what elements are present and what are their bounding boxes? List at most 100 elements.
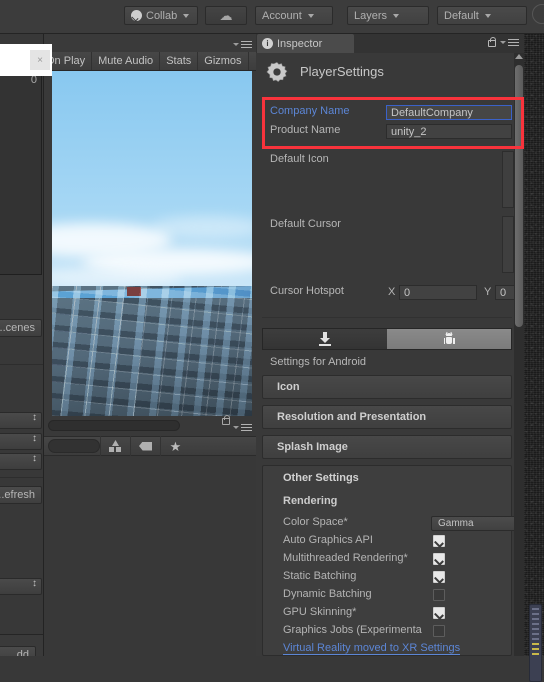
section-resolution-presentation[interactable]: Resolution and Presentation: [262, 405, 512, 429]
prop-color-space: Color Space* Gamma: [263, 515, 524, 532]
platform-tab-android[interactable]: [387, 329, 511, 349]
lock-icon[interactable]: [488, 36, 496, 47]
inspector-tab-controls: [488, 36, 519, 47]
divider: [262, 317, 512, 318]
gpu-skinning-checkbox[interactable]: [433, 607, 445, 619]
tag-icon-button[interactable]: [130, 436, 160, 456]
prop-static-batching: Static Batching: [263, 569, 513, 586]
scale-slider[interactable]: [48, 420, 180, 431]
static-batching-checkbox[interactable]: [433, 571, 445, 583]
scrollbar-thumb[interactable]: [515, 65, 523, 327]
xr-settings-link[interactable]: Virtual Reality moved to XR Settings: [283, 642, 461, 655]
asset-footer-toolbar: ★: [44, 436, 256, 456]
multithreaded-rendering-label: Multithreaded Rendering*: [283, 552, 408, 564]
color-space-dropdown[interactable]: Gamma: [431, 516, 524, 531]
platform-tab-standalone[interactable]: [263, 329, 387, 349]
dynamic-batching-checkbox[interactable]: [433, 589, 445, 601]
multithreaded-rendering-checkbox[interactable]: [433, 553, 445, 565]
settings-for-platform-label: Settings for Android: [270, 356, 367, 368]
chevron-down-icon: [233, 43, 239, 46]
window-control-stub: [532, 4, 544, 24]
close-icon[interactable]: ×: [30, 50, 50, 70]
section-splash-image[interactable]: Splash Image: [262, 435, 512, 459]
add-button[interactable]: ...dd: [0, 646, 36, 656]
chevron-down-icon: [484, 13, 491, 18]
prop-dynamic-batching: Dynamic Batching: [263, 587, 513, 604]
layout-dropdown[interactable]: Default: [437, 6, 527, 25]
auto-graphics-api-checkbox[interactable]: [433, 535, 445, 547]
collab-label: Collab: [146, 9, 178, 22]
chevron-down-icon: [393, 13, 400, 18]
android-icon: [443, 331, 455, 346]
section-splash-label: Splash Image: [277, 441, 348, 453]
company-name-row: Company Name DefaultCompany: [256, 105, 514, 121]
playersettings-header: PlayerSettings: [256, 53, 514, 91]
inspector-body: PlayerSettings Company Name DefaultCompa…: [256, 53, 524, 656]
product-name-label: Product Name: [270, 124, 341, 136]
main-toolbar: Collab ☁ Account Layers Default: [0, 0, 544, 34]
cursor-hotspot-x-input[interactable]: 0: [399, 285, 477, 300]
refresh-button[interactable]: ...efresh: [0, 486, 42, 504]
prefab-cube-icon-button[interactable]: [100, 436, 130, 456]
external-scrollbar[interactable]: [529, 604, 542, 682]
prop-multithreaded-rendering: Multithreaded Rendering*: [263, 551, 513, 568]
building-photo: [52, 286, 252, 416]
section-resolution-label: Resolution and Presentation: [277, 411, 427, 423]
company-name-input[interactable]: DefaultCompany: [386, 105, 512, 120]
popup-overlay[interactable]: ×: [0, 44, 52, 76]
platform-popup-3[interactable]: [0, 453, 42, 470]
section-icon[interactable]: Icon: [262, 375, 512, 399]
platform-popup-4[interactable]: [0, 578, 42, 595]
game-render-surface[interactable]: [52, 71, 252, 416]
default-icon-label: Default Icon: [270, 153, 329, 165]
product-name-input[interactable]: unity_2: [386, 124, 512, 139]
mute-audio-toggle[interactable]: Mute Audio: [92, 52, 161, 70]
check-circle-icon: [131, 10, 142, 21]
default-cursor-object-field[interactable]: [502, 216, 514, 273]
chevron-down-icon: [233, 426, 239, 429]
page-title: PlayerSettings: [300, 64, 384, 79]
window-grid: [52, 286, 252, 416]
download-icon: [318, 332, 332, 346]
layers-dropdown[interactable]: Layers: [347, 6, 429, 25]
stats-toggle[interactable]: Stats: [160, 52, 199, 70]
layout-label: Default: [444, 9, 479, 22]
account-button[interactable]: Account: [255, 6, 333, 25]
favorite-star-button[interactable]: ★: [160, 436, 190, 456]
cursor-hotspot-row: Cursor Hotspot X 0 Y 0: [256, 285, 524, 301]
add-open-scenes-button[interactable]: ...cenes: [0, 319, 42, 337]
panel-options-button[interactable]: [233, 39, 252, 50]
inspector-scrollbar[interactable]: [514, 53, 524, 656]
chevron-down-icon: [307, 13, 314, 18]
company-name-label: Company Name: [270, 105, 350, 117]
collab-button[interactable]: Collab: [124, 6, 198, 25]
scroll-up-arrow-icon[interactable]: [515, 54, 523, 59]
default-icon-row: Default Icon: [256, 153, 514, 169]
gizmos-toggle[interactable]: Gizmos: [198, 52, 249, 70]
cursor-hotspot-label: Cursor Hotspot: [270, 285, 344, 297]
default-cursor-label: Default Cursor: [270, 218, 341, 230]
chevron-down-icon: [183, 13, 190, 18]
inspector-tab-bar: i Inspector: [256, 34, 524, 53]
prop-gpu-skinning: GPU Skinning*: [263, 605, 513, 622]
platform-popup-2[interactable]: [0, 433, 42, 450]
default-icon-object-field[interactable]: [502, 151, 514, 208]
build-settings-window: 0 ...cenes ...efresh ...dd ...d Build: [0, 34, 44, 656]
star-icon: ★: [169, 438, 182, 454]
asset-name-pill[interactable]: [48, 439, 100, 453]
auto-graphics-api-label: Auto Graphics API: [283, 534, 373, 546]
scenes-in-build-list[interactable]: 0: [0, 70, 42, 275]
platform-popup-1[interactable]: [0, 412, 42, 429]
tab-inspector[interactable]: i Inspector: [257, 34, 354, 53]
gizmos-dropdown[interactable]: [249, 52, 256, 70]
game-view-toolbar[interactable]: On Play Mute Audio Stats Gizmos: [44, 52, 256, 71]
product-name-row: Product Name unity_2: [256, 124, 514, 140]
cloud-services-button[interactable]: ☁: [205, 6, 247, 25]
panel-options-button[interactable]: [233, 422, 252, 433]
panel-options-button[interactable]: [500, 37, 519, 48]
info-icon: i: [262, 38, 273, 49]
other-settings-title[interactable]: Other Settings: [283, 472, 359, 484]
graphics-jobs-checkbox[interactable]: [433, 625, 445, 637]
lock-icon[interactable]: [222, 415, 230, 425]
hotspot-x-label: X: [388, 286, 396, 298]
